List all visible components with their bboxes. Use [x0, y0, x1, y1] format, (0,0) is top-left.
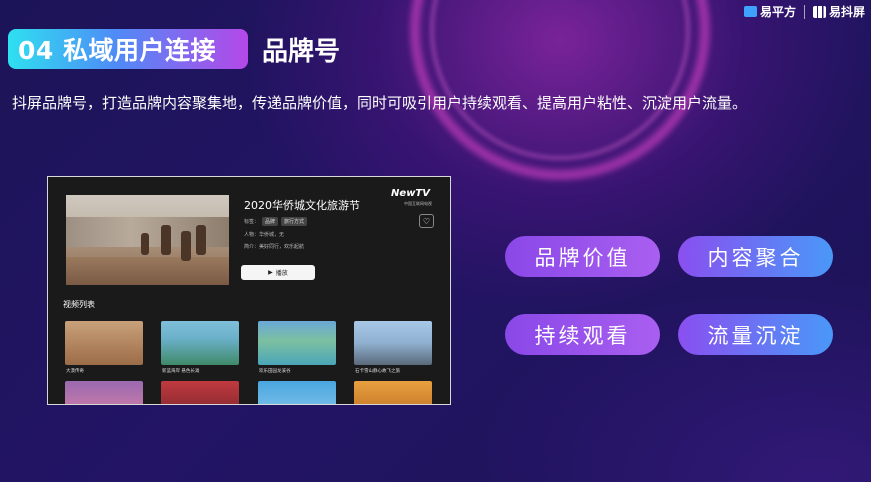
- video-caption: 大漠传奇: [66, 369, 84, 374]
- play-label: 播放: [275, 270, 288, 277]
- yipingfang-logo: 易平方: [743, 3, 796, 20]
- hero-ground: [66, 257, 229, 285]
- video-thumbnail[interactable]: [354, 321, 432, 365]
- brand-logos: 易平方 易抖屏: [743, 3, 865, 20]
- video-thumbnail[interactable]: [161, 321, 239, 365]
- tag-chip[interactable]: 品牌: [262, 217, 279, 226]
- video-title: 2020华侨城文化旅游节: [244, 199, 360, 212]
- video-caption: 新蓝海岸 悬色长滩: [162, 369, 200, 374]
- hero-rider: [196, 225, 206, 255]
- page-title: 品牌号: [262, 36, 341, 67]
- video-caption: 石卡雪山静心故飞之旅: [355, 369, 400, 374]
- newtv-logo: NewTV: [391, 188, 430, 199]
- page-description: 抖屏品牌号，打造品牌内容聚集地，传递品牌价值，同时可吸引用户持续观看、提高用户粘…: [12, 94, 748, 112]
- video-list-title: 视频列表: [63, 300, 95, 309]
- feature-pill-traffic-retention: 流量沉淀: [678, 314, 833, 355]
- video-thumbnail[interactable]: [258, 321, 336, 365]
- feature-pill-brand-value: 品牌价值: [505, 236, 660, 277]
- feature-pill-continuous-viewing: 持续观看: [505, 314, 660, 355]
- video-thumbnail[interactable]: [65, 321, 143, 365]
- tag-chip[interactable]: 旅行方式: [281, 217, 308, 226]
- play-button[interactable]: ▶ 播放: [241, 265, 315, 280]
- yipingfang-label: 易平方: [759, 5, 796, 19]
- yipingfang-icon: [743, 6, 757, 17]
- section-badge: 04 私域用户连接: [8, 29, 248, 69]
- hero-rider: [181, 231, 191, 261]
- yidouping-label: 易抖屏: [828, 5, 865, 19]
- video-thumbnail[interactable]: [65, 381, 143, 404]
- video-thumbnail[interactable]: [354, 381, 432, 404]
- video-thumbnail[interactable]: [161, 381, 239, 404]
- tags-label: 标签：: [244, 219, 260, 225]
- heart-icon: ♡: [422, 216, 431, 226]
- hero-rider: [161, 225, 171, 255]
- video-tags: 标签： 品牌 旅行方式: [244, 217, 308, 226]
- logo-divider: [803, 4, 805, 19]
- hero-video-image: [66, 195, 229, 285]
- yidouping-icon: [812, 5, 826, 18]
- video-people: 人物：华侨城，无: [244, 232, 285, 238]
- video-intro: 简介：美好同行，欢乐起航: [244, 244, 305, 250]
- favorite-button[interactable]: ♡: [419, 214, 434, 228]
- newtv-subtitle: 中国互联网电视: [404, 201, 432, 206]
- hero-rider: [141, 233, 149, 255]
- video-caption: 欢乐田园龙溪谷: [259, 369, 291, 374]
- play-icon: ▶: [268, 269, 273, 276]
- feature-pill-content-aggregation: 内容聚合: [678, 236, 833, 277]
- video-thumbnail[interactable]: [258, 381, 336, 404]
- tv-app-screenshot: 2020华侨城文化旅游节 标签： 品牌 旅行方式 人物：华侨城，无 简介：美好同…: [47, 176, 451, 405]
- yidouping-logo: 易抖屏: [812, 3, 865, 20]
